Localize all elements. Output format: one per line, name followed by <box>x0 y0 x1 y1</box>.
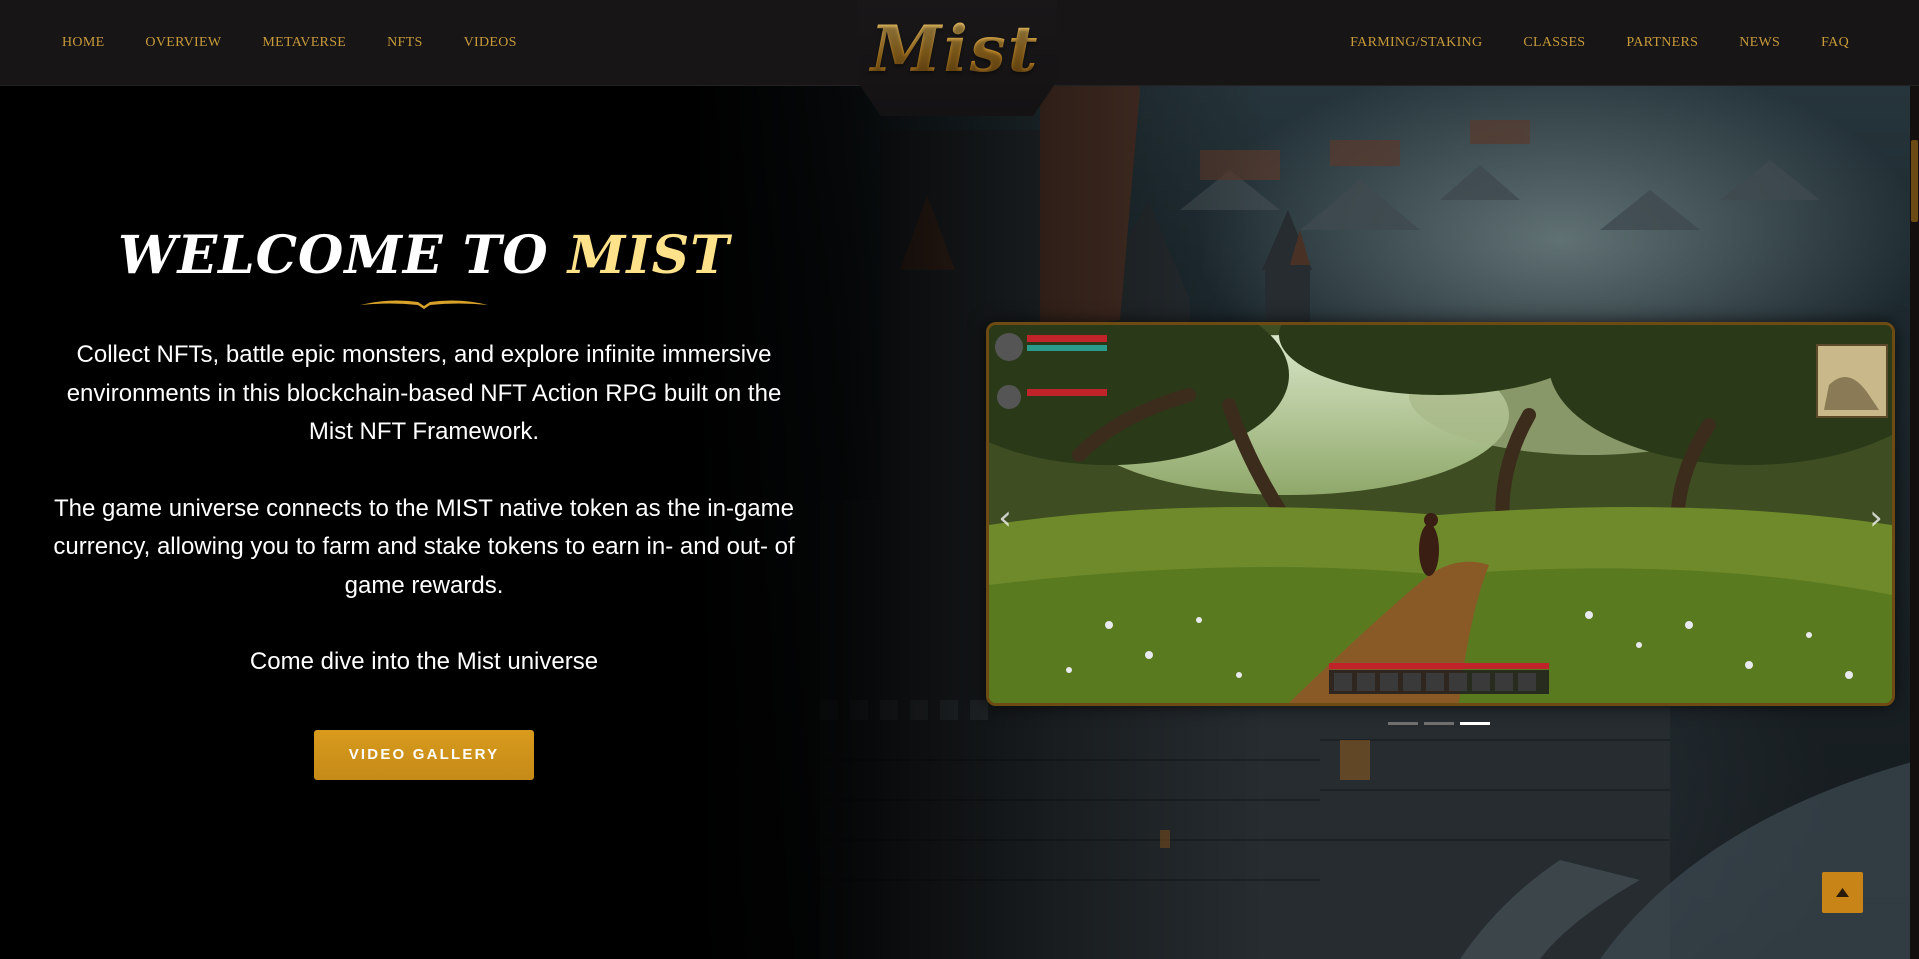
nav-link-home[interactable]: HOME <box>62 35 104 51</box>
nav-link-overview[interactable]: OVERVIEW <box>145 35 221 51</box>
hero-title-accent: MIST <box>567 225 730 286</box>
carousel-dot-3[interactable] <box>1460 722 1490 725</box>
ornamental-divider-icon <box>360 300 488 309</box>
hero-paragraph-intro: Collect NFTs, battle epic monsters, and … <box>66 341 782 445</box>
mist-logo[interactable]: Mist <box>865 12 1045 88</box>
hero-section: WELCOME TO MIST Collect NFTs, battle epi… <box>40 220 808 780</box>
nav-link-farming-staking[interactable]: FARMING/STAKING <box>1350 35 1482 51</box>
arrow-up-icon <box>1836 888 1849 897</box>
carousel-next-arrow-icon[interactable]: › <box>1864 500 1888 536</box>
hero-title-prefix: WELCOME TO <box>118 225 568 286</box>
nav-link-nfts[interactable]: NFTS <box>387 35 422 51</box>
video-carousel[interactable]: ‹ › <box>986 322 1895 706</box>
nav-link-metaverse[interactable]: METAVERSE <box>262 35 346 51</box>
video-gallery-button[interactable]: VIDEO GALLERY <box>314 729 534 780</box>
page-scrollbar-thumb[interactable] <box>1911 140 1918 222</box>
carousel-dot-2[interactable] <box>1424 722 1454 725</box>
carousel-pagination <box>1388 722 1496 725</box>
nav-link-partners[interactable]: PARTNERS <box>1626 35 1698 51</box>
back-to-top-button[interactable] <box>1822 872 1863 913</box>
gameplay-video-frame <box>989 325 1892 703</box>
nav-link-faq[interactable]: FAQ <box>1821 35 1849 51</box>
hero-title: WELCOME TO MIST <box>40 220 808 292</box>
nav-link-videos[interactable]: VIDEOS <box>464 35 517 51</box>
carousel-dot-1[interactable] <box>1388 722 1418 725</box>
nav-link-classes[interactable]: CLASSES <box>1523 35 1585 51</box>
primary-nav-left: HOME OVERVIEW METAVERSE NFTS VIDEOS <box>62 0 558 86</box>
hero-paragraph-cta: Come dive into the Mist universe <box>249 648 599 675</box>
nav-link-news[interactable]: NEWS <box>1739 35 1780 51</box>
carousel-prev-arrow-icon[interactable]: ‹ <box>993 500 1017 536</box>
hero-paragraph-token: The game universe connects to the MIST n… <box>53 494 795 599</box>
primary-nav-right: FARMING/STAKING CLASSES PARTNERS NEWS FA… <box>1309 0 1849 86</box>
